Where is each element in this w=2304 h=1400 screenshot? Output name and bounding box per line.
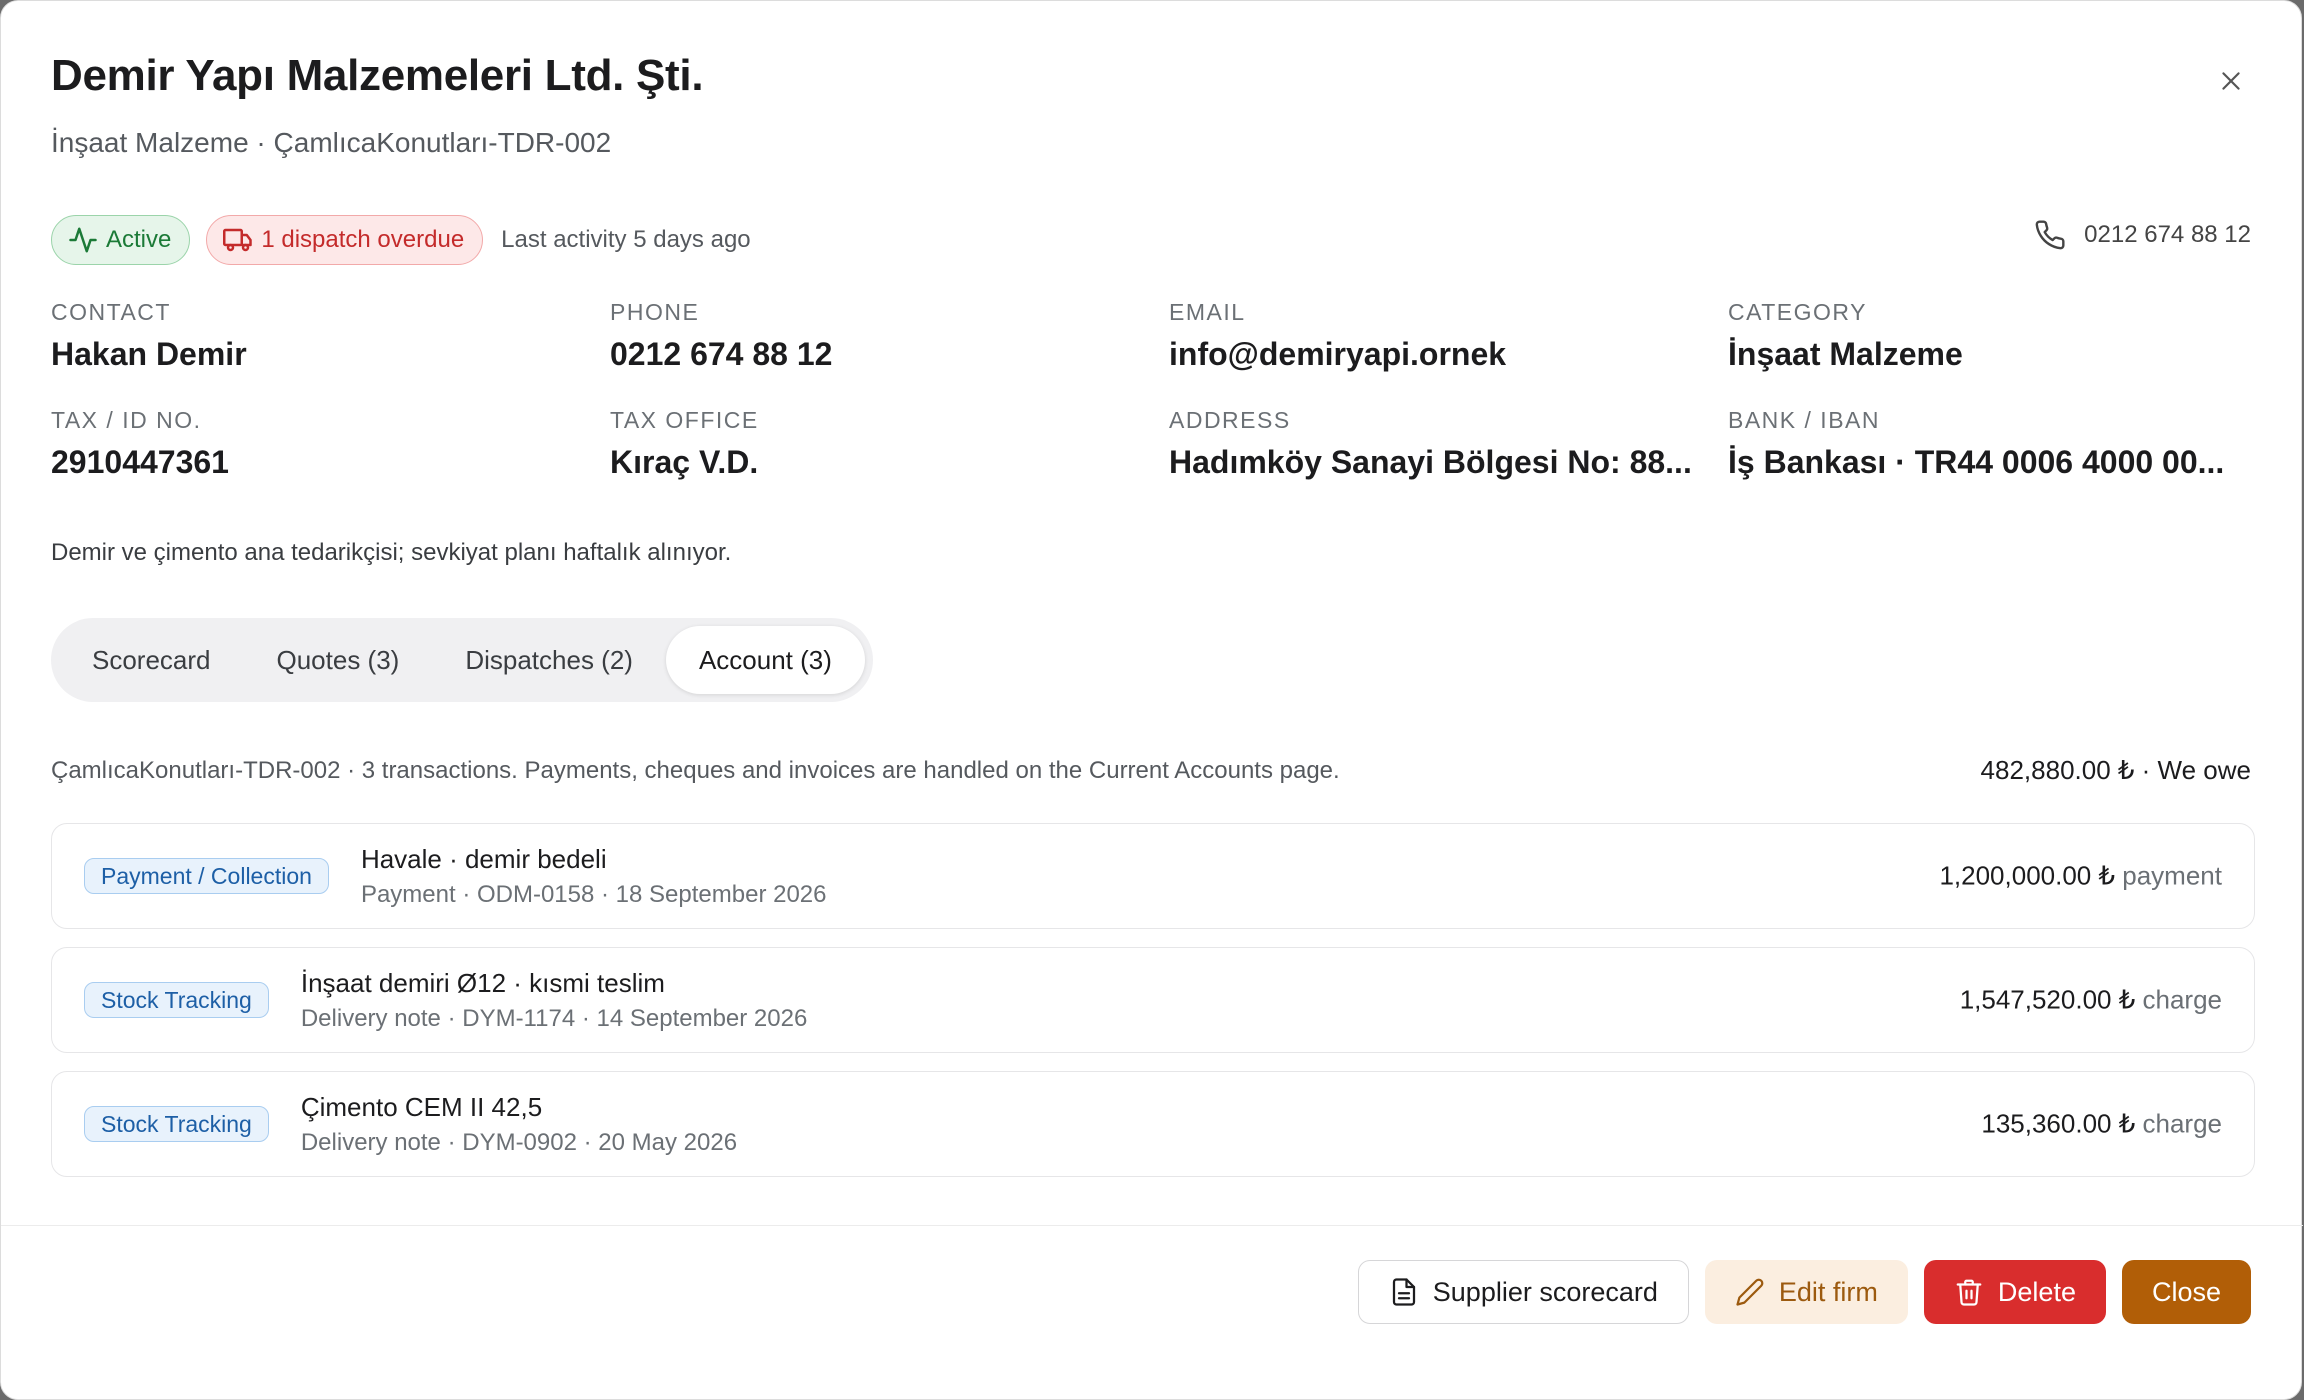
supplier-scorecard-label: Supplier scorecard (1432, 1276, 1658, 1307)
transaction-details: İnşaat demiri Ø12 · kısmi teslim Deliver… (301, 968, 807, 1033)
transaction-details: Havale · demir bedeli Payment · ODM-0158… (361, 844, 827, 909)
account-summary-text: ÇamlıcaKonutları-TDR-002 · 3 transaction… (51, 757, 1340, 784)
tab-bar: Scorecard Quotes (3) Dispatches (2) Acco… (51, 618, 873, 702)
field-label: ADDRESS (1169, 407, 1291, 433)
active-status-badge: Active (51, 215, 191, 265)
field-tax-id: TAX / ID NO. 2910447361 (51, 407, 610, 481)
transaction-title: Çimento CEM II 42,5 (300, 1091, 543, 1122)
supplier-note: Demir ve çimento ana tedarikçisi; sevkiy… (51, 539, 732, 566)
field-phone: PHONE 0212 674 88 12 (610, 299, 1169, 373)
transaction-type-badge: Stock Tracking (84, 1106, 269, 1142)
delete-button[interactable]: Delete (1923, 1260, 2106, 1324)
table-row[interactable]: Stock Tracking Çimento CEM II 42,5 Deliv… (51, 1071, 2255, 1177)
transaction-type-badge: Payment / Collection (84, 858, 329, 894)
supplier-info-grid: CONTACT Hakan Demir PHONE 0212 674 88 12… (51, 299, 2255, 481)
status-row: Active 1 dispatch overdue Last activity … (51, 214, 751, 266)
field-address: ADDRESS Hadımköy Sanayi Bölgesi No: 88..… (1169, 407, 1728, 481)
close-button[interactable]: Close (2121, 1260, 2251, 1324)
field-value: İnşaat Malzeme (1728, 336, 1963, 372)
transaction-amount: 135,360.00 ₺ charge (1981, 1109, 2222, 1140)
transaction-details: Çimento CEM II 42,5 Delivery note · DYM-… (301, 1092, 737, 1157)
transaction-meta: Delivery note · DYM-1174 · 14 September … (300, 1004, 808, 1032)
overdue-dispatch-label: 1 dispatch overdue (261, 226, 465, 253)
field-label: BANK / IBAN (1728, 407, 1880, 433)
field-value: 0212 674 88 12 (610, 336, 833, 372)
truck-icon (223, 225, 253, 255)
phone-icon (2034, 219, 2066, 251)
field-value: Kıraç V.D. (610, 444, 759, 480)
transaction-amount-value: 135,360.00 ₺ (1981, 1108, 2136, 1139)
supplier-detail-modal: Demir Yapı Malzemeleri Ltd. Şti. İnşaat … (0, 0, 2303, 1400)
transaction-amount: 1,200,000.00 ₺ payment (1939, 861, 2222, 892)
tab-quotes[interactable]: Quotes (3) (244, 626, 433, 694)
field-tax-office: TAX OFFICE Kıraç V.D. (610, 407, 1169, 481)
activity-icon (68, 225, 98, 255)
footer-divider (1, 1225, 2303, 1226)
transaction-meta: Payment · ODM-0158 · 18 September 2026 (360, 880, 827, 908)
field-category: CATEGORY İnşaat Malzeme (1728, 299, 2255, 373)
transaction-amount-value: 1,547,520.00 ₺ (1959, 984, 2136, 1015)
pencil-icon (1735, 1277, 1765, 1307)
trash-icon (1954, 1277, 1984, 1307)
document-icon (1389, 1277, 1419, 1307)
field-value: info@demiryapi.ornek (1169, 336, 1507, 372)
delete-label: Delete (1997, 1276, 2076, 1307)
edit-firm-button[interactable]: Edit firm (1704, 1260, 1908, 1324)
field-value: Hadımköy Sanayi Bölgesi No: 88... (1169, 444, 1692, 480)
field-value: Hakan Demir (51, 336, 247, 372)
last-activity-text: Last activity 5 days ago (501, 226, 751, 253)
table-row[interactable]: Payment / Collection Havale · demir bede… (51, 823, 2255, 929)
field-label: PHONE (610, 299, 700, 325)
field-email: EMAIL info@demiryapi.ornek (1169, 299, 1728, 373)
page-title: Demir Yapı Malzemeleri Ltd. Şti. (51, 51, 704, 100)
transaction-type-badge: Stock Tracking (84, 982, 269, 1018)
account-balance: 482,880.00 ₺ · We owe (1980, 755, 2251, 785)
tab-dispatches[interactable]: Dispatches (2) (432, 626, 666, 694)
tab-scorecard[interactable]: Scorecard (59, 626, 244, 694)
field-value: İş Bankası · TR44 0006 4000 00... (1728, 444, 2225, 480)
transaction-kind: charge (2142, 984, 2223, 1015)
transaction-kind: charge (2142, 1108, 2223, 1139)
transaction-title: Havale · demir bedeli (360, 843, 607, 874)
tab-account[interactable]: Account (3) (665, 626, 865, 694)
edit-firm-label: Edit firm (1778, 1276, 1878, 1307)
close-icon[interactable] (2213, 63, 2249, 99)
footer-actions: Supplier scorecard Edit firm Delete Clos… (1357, 1260, 2251, 1324)
header-phone[interactable]: 0212 674 88 12 (2034, 219, 2251, 251)
field-label: TAX / ID NO. (51, 407, 202, 433)
supplier-scorecard-button[interactable]: Supplier scorecard (1357, 1260, 1689, 1324)
field-label: CONTACT (51, 299, 171, 325)
field-label: CATEGORY (1728, 299, 1867, 325)
field-label: EMAIL (1169, 299, 1246, 325)
transaction-amount-value: 1,200,000.00 ₺ (1939, 860, 2116, 891)
overdue-dispatch-badge: 1 dispatch overdue (206, 215, 484, 265)
transaction-title: İnşaat demiri Ø12 · kısmi teslim (300, 967, 665, 998)
transaction-amount: 1,547,520.00 ₺ charge (1960, 985, 2222, 1016)
header-phone-number: 0212 674 88 12 (2084, 221, 2251, 248)
transaction-kind: payment (2122, 860, 2222, 891)
field-label: TAX OFFICE (610, 407, 759, 433)
table-row[interactable]: Stock Tracking İnşaat demiri Ø12 · kısmi… (51, 947, 2255, 1053)
field-bank-iban: BANK / IBAN İş Bankası · TR44 0006 4000 … (1728, 407, 2255, 481)
page-subtitle: İnşaat Malzeme · ÇamlıcaKonutları-TDR-00… (51, 127, 612, 158)
close-label: Close (2151, 1276, 2221, 1307)
field-contact: CONTACT Hakan Demir (51, 299, 610, 373)
transaction-meta: Delivery note · DYM-0902 · 20 May 2026 (300, 1128, 738, 1156)
active-status-label: Active (106, 226, 172, 253)
transaction-list: Payment / Collection Havale · demir bede… (51, 823, 2255, 1195)
field-value: 2910447361 (51, 444, 229, 480)
